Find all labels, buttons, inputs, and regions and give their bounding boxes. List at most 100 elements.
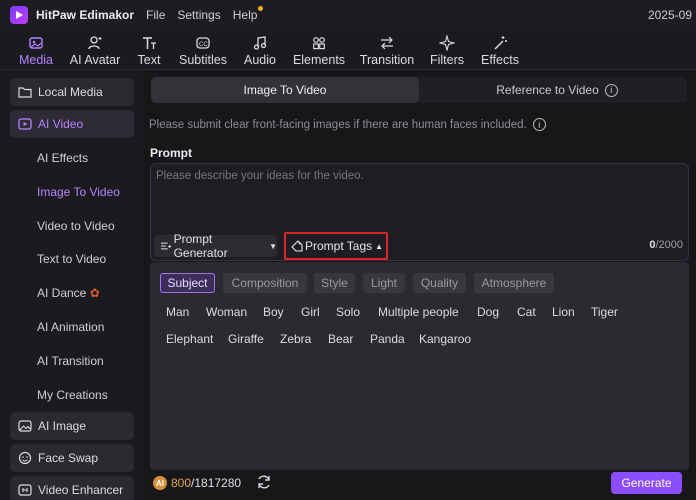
sidebar-item-ai-image[interactable]: AI Image bbox=[10, 412, 134, 440]
tag-category-quality[interactable]: Quality bbox=[413, 273, 466, 293]
main-panel: Image To Video Reference to Video i Plea… bbox=[143, 71, 696, 500]
tag-category-atmosphere[interactable]: Atmosphere bbox=[474, 273, 554, 293]
tag-icon bbox=[291, 240, 303, 252]
ai-video-icon bbox=[18, 117, 32, 131]
sidebar-sub-image-to-video[interactable]: Image To Video bbox=[37, 185, 120, 199]
prompt-tags-button[interactable]: Prompt Tags ▲ bbox=[284, 232, 388, 260]
sidebar-item-label: Local Media bbox=[38, 85, 103, 99]
prompt-input[interactable] bbox=[156, 170, 676, 220]
notice-text: Please submit clear front-facing images … bbox=[149, 118, 527, 131]
app-title: HitPaw Edimakor bbox=[36, 8, 135, 22]
title-bar: HitPaw Edimakor File Settings Help 2025-… bbox=[0, 0, 696, 30]
tool-filters[interactable]: Filters bbox=[428, 30, 466, 70]
folder-icon bbox=[18, 85, 32, 99]
char-counter: 0/2000 bbox=[649, 239, 683, 251]
mode-tabs: Image To Video Reference to Video i bbox=[151, 77, 687, 103]
prompt-generator-button[interactable]: Prompt Generator ▼ bbox=[154, 232, 277, 260]
sidebar-sub-ai-effects[interactable]: AI Effects bbox=[37, 151, 88, 165]
sidebar-sub-ai-dance[interactable]: AI Dance ✿ bbox=[37, 286, 100, 300]
menu-help-label[interactable]: Help bbox=[233, 8, 258, 22]
tool-ai-avatar-label: AI Avatar bbox=[69, 53, 121, 67]
notification-dot-icon bbox=[258, 6, 264, 11]
prompt-generator-icon bbox=[160, 242, 172, 250]
sidebar-item-face-swap[interactable]: Face Swap bbox=[10, 444, 134, 472]
char-max: /2000 bbox=[655, 239, 683, 251]
tool-filters-label: Filters bbox=[429, 53, 465, 67]
tool-ai-avatar[interactable]: AI Avatar bbox=[66, 30, 124, 70]
tag-lion[interactable]: Lion bbox=[552, 305, 575, 319]
tag-dog[interactable]: Dog bbox=[477, 305, 499, 319]
tag-girl[interactable]: Girl bbox=[301, 305, 320, 319]
date-label: 2025-09 bbox=[647, 8, 692, 22]
music-note-icon bbox=[253, 36, 267, 50]
sidebar-sub-ai-animation[interactable]: AI Animation bbox=[37, 320, 104, 334]
tag-category-light[interactable]: Light bbox=[363, 273, 405, 293]
sidebar-item-label: Face Swap bbox=[38, 451, 99, 465]
tag-bear[interactable]: Bear bbox=[328, 332, 353, 346]
tool-subtitles-label: Subtitles bbox=[179, 53, 227, 67]
tab-reference-label: Reference to Video bbox=[496, 83, 599, 97]
tag-man[interactable]: Man bbox=[166, 305, 189, 319]
tool-elements[interactable]: Elements bbox=[292, 30, 346, 70]
tag-giraffe[interactable]: Giraffe bbox=[228, 332, 264, 346]
sidebar-sub-text-to-video[interactable]: Text to Video bbox=[37, 252, 106, 266]
info-icon[interactable]: i bbox=[532, 118, 546, 131]
tag-panda[interactable]: Panda bbox=[370, 332, 405, 346]
tab-reference-to-video[interactable]: Reference to Video i bbox=[427, 77, 687, 103]
prompt-tags-label: Prompt Tags bbox=[305, 239, 373, 253]
tool-audio[interactable]: Audio bbox=[240, 30, 280, 70]
avatar-icon bbox=[88, 36, 102, 50]
app-logo-icon bbox=[10, 6, 28, 24]
tool-audio-label: Audio bbox=[244, 53, 276, 67]
main-toolbar: Media AI Avatar Text CC Subtitles Audio … bbox=[0, 30, 696, 70]
tag-cat[interactable]: Cat bbox=[517, 305, 536, 319]
menu-settings[interactable]: Settings bbox=[177, 8, 220, 22]
menu-help[interactable]: Help bbox=[233, 6, 264, 22]
tag-elephant[interactable]: Elephant bbox=[166, 332, 213, 346]
sidebar-item-ai-video[interactable]: AI Video bbox=[10, 110, 134, 138]
info-icon[interactable]: i bbox=[604, 83, 618, 97]
tool-transition[interactable]: Transition bbox=[357, 30, 417, 70]
credits-total: /1817280 bbox=[191, 476, 242, 490]
tab-image-to-video[interactable]: Image To Video bbox=[151, 77, 419, 103]
tag-category-style[interactable]: Style bbox=[314, 273, 355, 293]
tool-effects[interactable]: Effects bbox=[479, 30, 521, 70]
tag-multiple-people[interactable]: Multiple people bbox=[378, 305, 459, 319]
sidebar-item-video-enhancer[interactable]: Video Enhancer bbox=[10, 476, 134, 500]
credits-used: 800 bbox=[171, 476, 192, 490]
refresh-icon[interactable] bbox=[256, 474, 272, 490]
dancer-icon: ✿ bbox=[89, 286, 100, 300]
sidebar-sub-video-to-video[interactable]: Video to Video bbox=[37, 219, 115, 233]
tool-media[interactable]: Media bbox=[14, 30, 58, 70]
sidebar-item-label: AI Image bbox=[38, 419, 87, 433]
elements-icon bbox=[313, 37, 325, 50]
tag-category-subject[interactable]: Subject bbox=[160, 273, 215, 293]
ai-image-icon bbox=[18, 419, 32, 433]
sidebar-item-local-media[interactable]: Local Media bbox=[10, 78, 134, 106]
tag-kangaroo[interactable]: Kangaroo bbox=[419, 332, 471, 346]
sidebar-item-label: AI Video bbox=[38, 117, 84, 131]
magic-wand-icon bbox=[494, 36, 507, 50]
left-sidebar: Local Media AI Video AI Effects Image To… bbox=[0, 71, 143, 500]
generate-button[interactable]: Generate bbox=[611, 472, 682, 494]
tool-text[interactable]: Text bbox=[133, 30, 165, 70]
face-notice: Please submit clear front-facing images … bbox=[149, 118, 546, 131]
sidebar-sub-my-creations[interactable]: My Creations bbox=[37, 388, 108, 402]
tool-transition-label: Transition bbox=[359, 53, 415, 67]
menu-file[interactable]: File bbox=[146, 8, 165, 22]
sidebar-sub-ai-transition[interactable]: AI Transition bbox=[37, 354, 104, 368]
tag-boy[interactable]: Boy bbox=[263, 305, 284, 319]
tag-solo[interactable]: Solo bbox=[336, 305, 360, 319]
sparkle-icon bbox=[439, 35, 455, 51]
face-swap-icon bbox=[18, 451, 32, 465]
tool-text-label: Text bbox=[137, 53, 161, 67]
tag-woman[interactable]: Woman bbox=[206, 305, 247, 319]
tag-tiger[interactable]: Tiger bbox=[591, 305, 618, 319]
ai-dance-label[interactable]: AI Dance bbox=[37, 286, 86, 300]
tool-subtitles[interactable]: CC Subtitles bbox=[176, 30, 230, 70]
tag-zebra[interactable]: Zebra bbox=[280, 332, 311, 346]
subtitles-icon: CC bbox=[196, 37, 210, 49]
prompt-label: Prompt bbox=[150, 146, 192, 160]
credits-coin-icon: AI bbox=[153, 476, 167, 490]
tag-category-composition[interactable]: Composition bbox=[223, 273, 307, 293]
